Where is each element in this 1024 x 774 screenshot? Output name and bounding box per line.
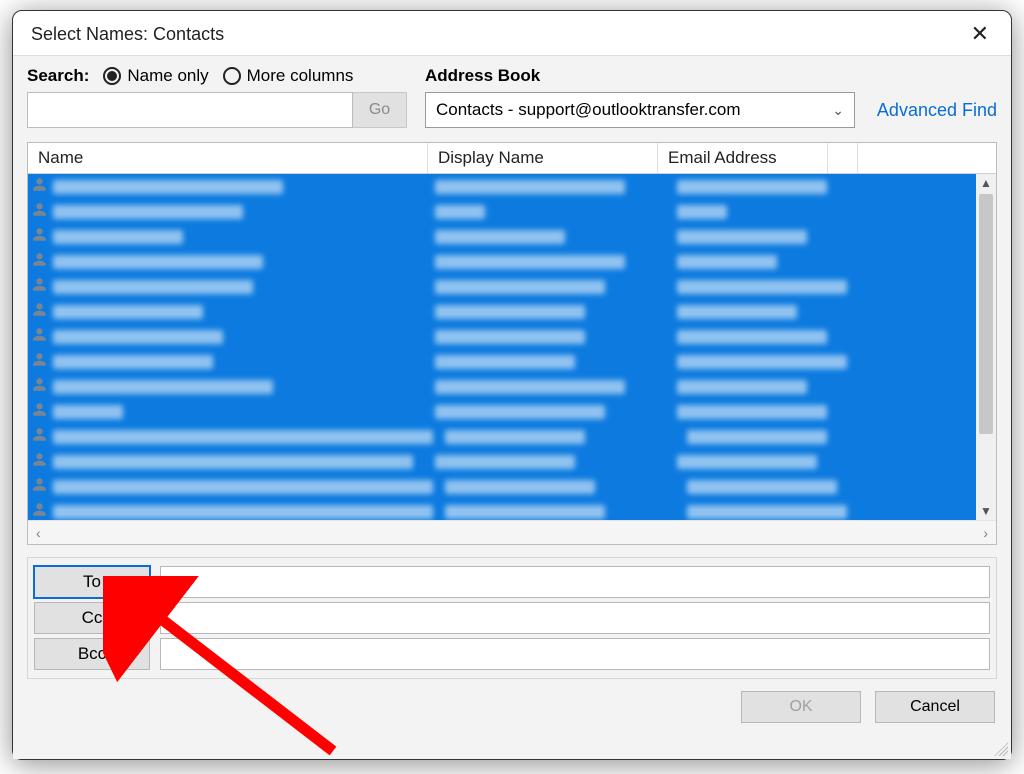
- radio-more-columns-label: More columns: [247, 66, 354, 86]
- radio-name-only-label: Name only: [127, 66, 208, 86]
- person-icon: [32, 502, 47, 521]
- resize-grip-icon[interactable]: [994, 742, 1008, 756]
- col-header-email[interactable]: Email Address: [658, 143, 828, 173]
- person-icon: [32, 177, 47, 197]
- search-label: Search:: [27, 66, 89, 86]
- dialog-footer: OK Cancel: [27, 691, 997, 723]
- go-button[interactable]: Go: [353, 92, 407, 128]
- person-icon: [32, 402, 47, 422]
- grid-header: Name Display Name Email Address: [28, 143, 996, 174]
- to-button[interactable]: To: [34, 566, 150, 598]
- contacts-grid: Name Display Name Email Address ▲ ▼ ‹ ›: [27, 142, 997, 545]
- chevron-down-icon: ⌄: [832, 102, 844, 119]
- col-header-spacer: [858, 143, 996, 173]
- person-icon: [32, 327, 47, 347]
- radio-name-only[interactable]: Name only: [103, 66, 208, 86]
- table-row[interactable]: [28, 274, 976, 299]
- table-row[interactable]: [28, 374, 976, 399]
- table-row[interactable]: [28, 199, 976, 224]
- select-names-dialog: Select Names: Contacts ✕ Search: Name on…: [12, 10, 1012, 760]
- person-icon: [32, 352, 47, 372]
- person-icon: [32, 377, 47, 397]
- person-icon: [32, 427, 47, 447]
- person-icon: [32, 227, 47, 247]
- grid-rows[interactable]: [28, 174, 976, 520]
- vertical-scrollbar[interactable]: ▲ ▼: [976, 174, 996, 520]
- bcc-input[interactable]: [160, 638, 990, 670]
- table-row[interactable]: [28, 299, 976, 324]
- person-icon: [32, 202, 47, 222]
- horizontal-scrollbar[interactable]: ‹ ›: [28, 520, 996, 544]
- table-row[interactable]: [28, 499, 976, 520]
- person-icon: [32, 477, 47, 497]
- table-row[interactable]: [28, 224, 976, 249]
- table-row[interactable]: [28, 249, 976, 274]
- scroll-up-icon[interactable]: ▲: [980, 174, 992, 192]
- col-header-display[interactable]: Display Name: [428, 143, 658, 173]
- person-icon: [32, 277, 47, 297]
- table-row[interactable]: [28, 399, 976, 424]
- person-icon: [32, 452, 47, 472]
- cancel-button[interactable]: Cancel: [875, 691, 995, 723]
- person-icon: [32, 302, 47, 322]
- table-row[interactable]: [28, 474, 976, 499]
- window-title: Select Names: Contacts: [31, 24, 224, 45]
- cc-button[interactable]: Cc: [34, 602, 150, 634]
- cc-input[interactable]: [160, 602, 990, 634]
- ok-button[interactable]: OK: [741, 691, 861, 723]
- table-row[interactable]: [28, 424, 976, 449]
- table-row[interactable]: [28, 449, 976, 474]
- table-row[interactable]: [28, 174, 976, 199]
- bcc-button[interactable]: Bcc: [34, 638, 150, 670]
- radio-dot-icon: [103, 67, 121, 85]
- col-header-name[interactable]: Name: [28, 143, 428, 173]
- close-icon[interactable]: ✕: [963, 19, 997, 49]
- search-input[interactable]: [27, 92, 353, 128]
- scroll-left-icon[interactable]: ‹: [36, 525, 41, 541]
- dialog-content: Search: Name only More columns Go A: [13, 55, 1011, 759]
- radio-more-columns[interactable]: More columns: [223, 66, 354, 86]
- address-book-selected: Contacts - support@outlooktransfer.com: [436, 100, 741, 120]
- table-row[interactable]: [28, 349, 976, 374]
- table-row[interactable]: [28, 324, 976, 349]
- address-book-select[interactable]: Contacts - support@outlooktransfer.com ⌄: [425, 92, 855, 128]
- to-input[interactable]: [160, 566, 990, 598]
- address-book-label: Address Book: [425, 66, 997, 86]
- scroll-down-icon[interactable]: ▼: [980, 502, 992, 520]
- col-header-spacer: [828, 143, 858, 173]
- person-icon: [32, 252, 47, 272]
- radio-dot-icon: [223, 67, 241, 85]
- advanced-find-link[interactable]: Advanced Find: [877, 100, 997, 121]
- scroll-thumb[interactable]: [979, 194, 993, 434]
- titlebar: Select Names: Contacts ✕: [13, 11, 1011, 55]
- recipients-panel: To Cc Bcc: [27, 557, 997, 679]
- scroll-right-icon[interactable]: ›: [983, 525, 988, 541]
